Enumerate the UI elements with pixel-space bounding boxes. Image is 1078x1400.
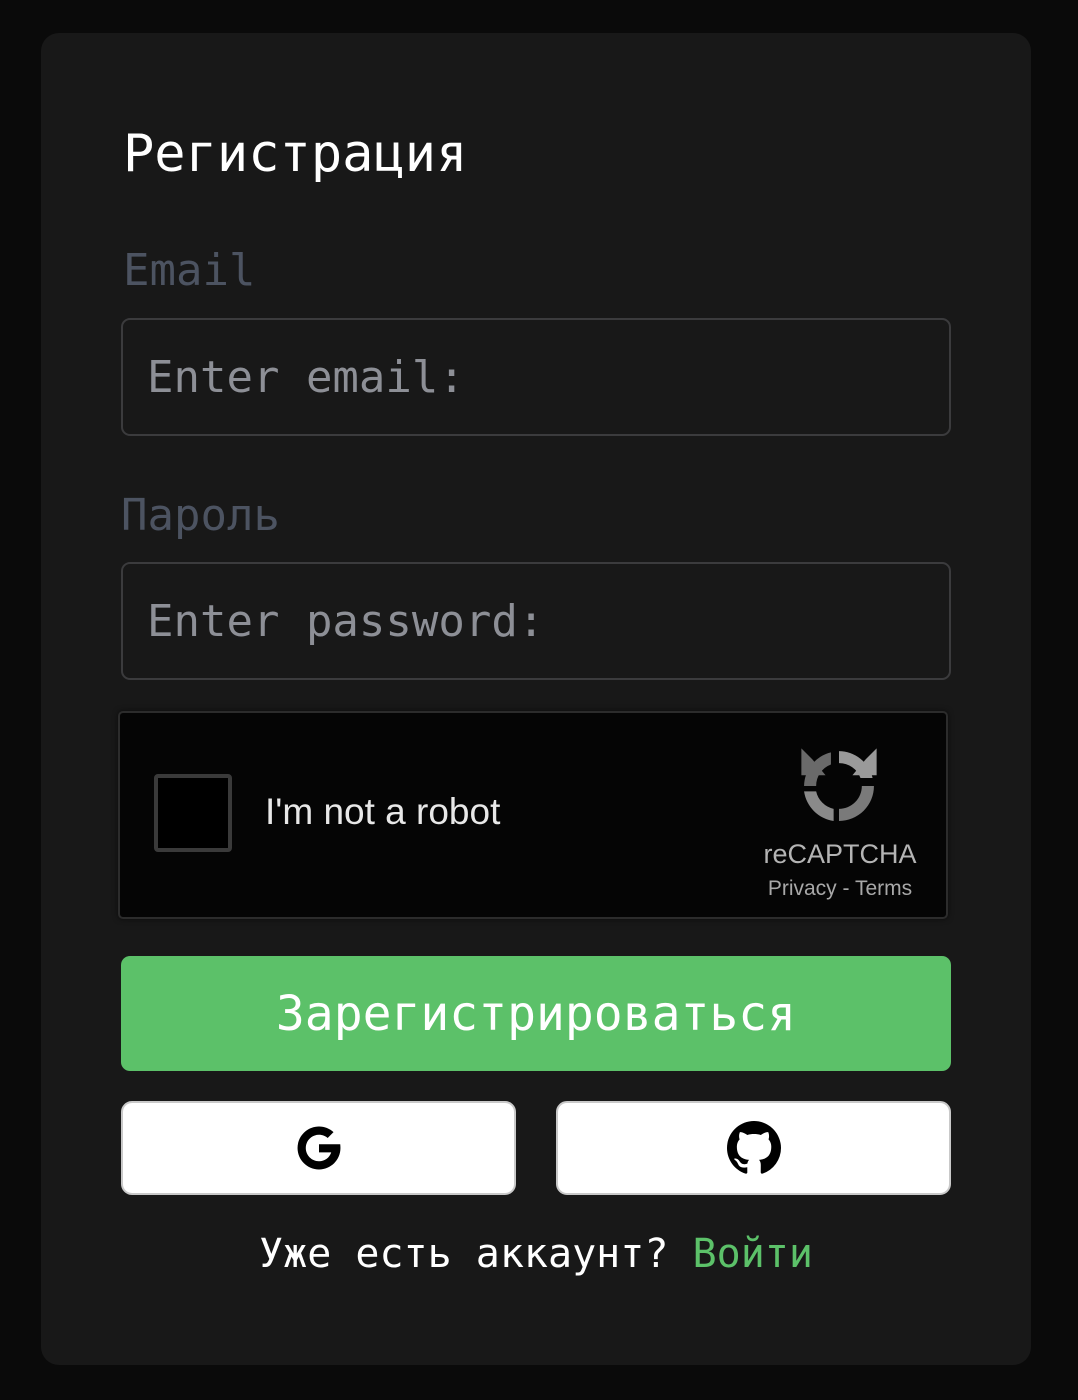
password-label: Пароль — [121, 490, 280, 541]
recaptcha-privacy-link[interactable]: Privacy — [768, 877, 837, 900]
recaptcha-terms-link[interactable]: Terms — [855, 877, 912, 900]
recaptcha-links: Privacy - Terms — [740, 877, 940, 901]
recaptcha-brand: reCAPTCHA — [763, 839, 917, 869]
github-icon — [726, 1121, 781, 1174]
page-title: Регистрация — [123, 124, 468, 184]
github-signin-button[interactable] — [556, 1101, 951, 1195]
recaptcha-checkbox[interactable] — [154, 774, 232, 852]
recaptcha-separator: - — [842, 877, 850, 900]
google-icon — [297, 1126, 340, 1170]
login-link[interactable]: Войти — [693, 1231, 813, 1277]
password-field[interactable] — [121, 562, 951, 680]
registration-card: Регистрация Email Пароль I'm not a robot… — [41, 33, 1031, 1365]
login-prompt: Уже есть аккаунт? Войти — [41, 1228, 1031, 1280]
login-prompt-text: Уже есть аккаунт? — [259, 1231, 669, 1277]
recaptcha-label: I'm not a robot — [265, 791, 501, 832]
recaptcha-logo-icon — [801, 748, 877, 821]
register-button[interactable]: Зарегистрироваться — [121, 956, 951, 1071]
recaptcha-widget: I'm not a robot reCAPTCHA Privacy - Term… — [118, 711, 948, 919]
email-field[interactable] — [121, 318, 951, 436]
google-signin-button[interactable] — [121, 1101, 516, 1195]
email-label: Email — [123, 245, 256, 296]
